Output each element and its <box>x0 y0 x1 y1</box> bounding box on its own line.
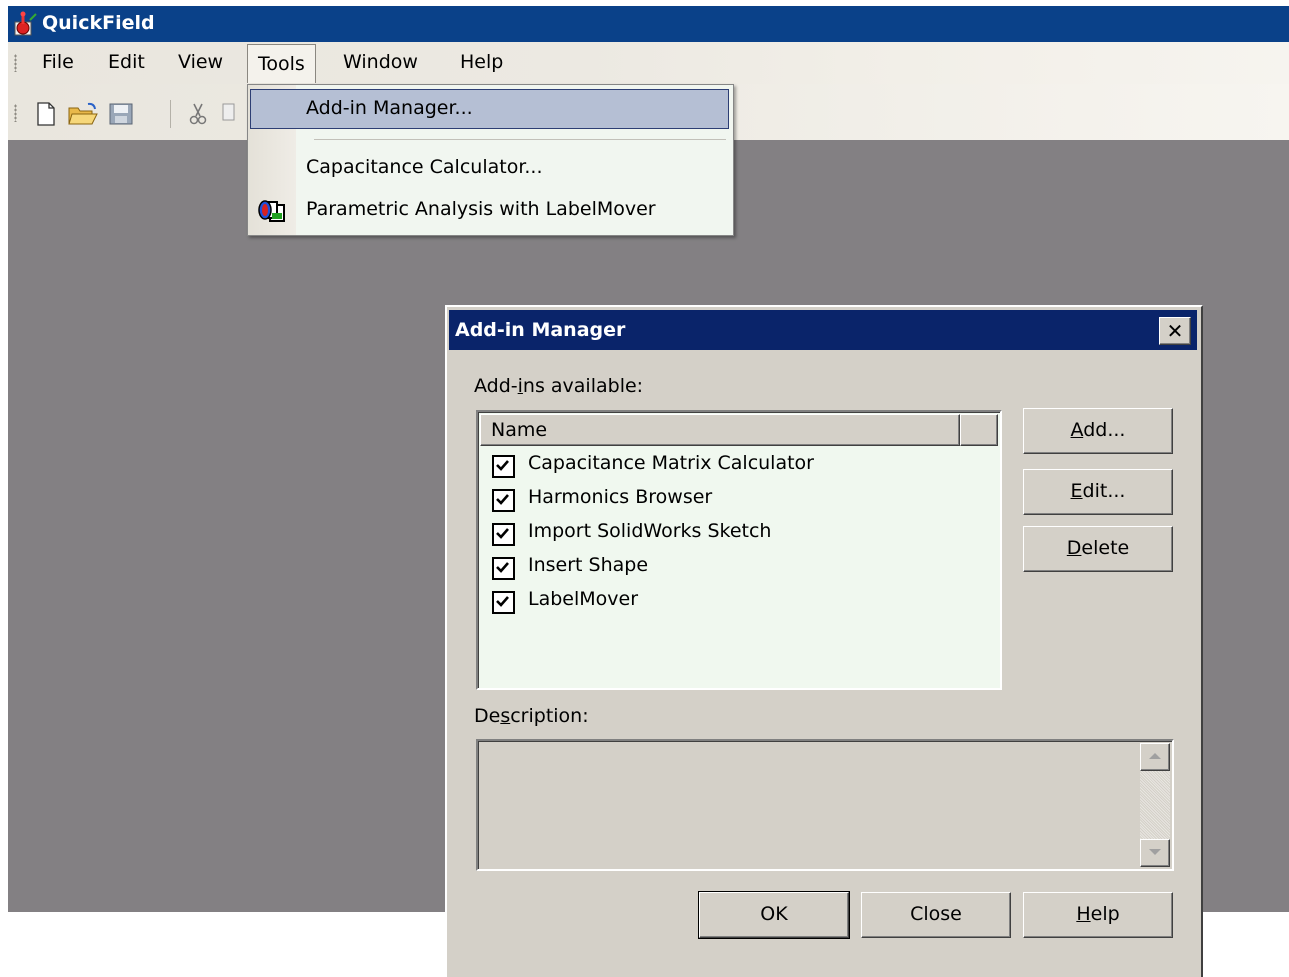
delete-button[interactable]: Delete <box>1023 526 1173 572</box>
save-icon[interactable] <box>108 102 134 126</box>
close-button[interactable]: Close <box>861 892 1011 938</box>
checkbox-checked[interactable] <box>492 557 515 580</box>
addin-name: Capacitance Matrix Calculator <box>528 452 814 474</box>
menu-file[interactable]: File <box>42 51 74 73</box>
new-file-icon[interactable] <box>36 102 56 126</box>
scroll-down-button[interactable] <box>1140 839 1170 867</box>
checkbox-checked[interactable] <box>492 591 515 614</box>
menu-item-parametric-analysis[interactable]: Parametric Analysis with LabelMover <box>306 198 656 220</box>
checkbox-checked[interactable] <box>492 455 515 478</box>
checkbox-checked[interactable] <box>492 489 515 512</box>
toolbar-separator <box>170 100 171 128</box>
labelmover-icon <box>258 200 285 222</box>
menu-separator <box>314 139 726 140</box>
addin-name: Harmonics Browser <box>528 486 713 508</box>
column-header-name[interactable]: Name <box>480 414 960 446</box>
menu-bar: File Edit View Tools Window Help <box>8 42 1289 84</box>
addin-name: LabelMover <box>528 588 639 610</box>
close-icon[interactable]: ✕ <box>1159 317 1191 345</box>
menu-item-capacitance-calculator[interactable]: Capacitance Calculator... <box>306 156 543 178</box>
menu-edit[interactable]: Edit <box>108 51 145 73</box>
checkbox-checked[interactable] <box>492 523 515 546</box>
addin-name: Insert Shape <box>528 554 649 576</box>
column-header-extra[interactable] <box>960 414 998 446</box>
arrow-down-icon <box>1149 849 1161 855</box>
description-label: Description: <box>474 705 589 727</box>
dialog-title: Add-in Manager <box>455 319 626 341</box>
help-button[interactable]: Help <box>1023 892 1173 938</box>
dialog-titlebar: Add-in Manager ✕ <box>449 310 1197 350</box>
menubar-grip[interactable] <box>14 54 17 72</box>
menu-item-addin-manager-label[interactable]: Add-in Manager... <box>306 97 473 119</box>
open-folder-icon[interactable] <box>68 102 98 126</box>
copy-icon[interactable] <box>222 102 236 126</box>
addin-manager-dialog: Add-in Manager ✕ Add-ins available: Name… <box>445 305 1203 977</box>
scroll-up-button[interactable] <box>1140 743 1170 771</box>
ok-button[interactable]: OK <box>698 891 850 939</box>
column-name-label: Name <box>491 419 548 441</box>
toolbar-grip[interactable] <box>14 104 17 122</box>
app-title: QuickField <box>42 12 155 34</box>
add-button[interactable]: Add... <box>1023 408 1173 454</box>
edit-button[interactable]: Edit... <box>1023 469 1173 515</box>
menu-tools[interactable]: Tools <box>247 44 316 83</box>
tools-dropdown-menu: Add-in Manager... Capacitance Calculator… <box>247 84 734 236</box>
quickfield-logo-icon <box>14 11 37 36</box>
cut-icon[interactable] <box>188 102 208 126</box>
description-scrollbar[interactable] <box>1140 743 1170 867</box>
arrow-up-icon <box>1149 753 1161 759</box>
menu-window[interactable]: Window <box>343 51 418 73</box>
menu-view[interactable]: View <box>178 51 223 73</box>
menu-help[interactable]: Help <box>460 51 503 73</box>
app-titlebar: QuickField <box>8 6 1289 42</box>
addin-name: Import SolidWorks Sketch <box>528 520 772 542</box>
description-field[interactable] <box>476 739 1174 871</box>
list-header: Name <box>480 414 998 446</box>
addins-list[interactable]: Name Capacitance Matrix Calculator Harmo… <box>476 410 1002 690</box>
addins-available-label: Add-ins available: <box>474 375 644 397</box>
